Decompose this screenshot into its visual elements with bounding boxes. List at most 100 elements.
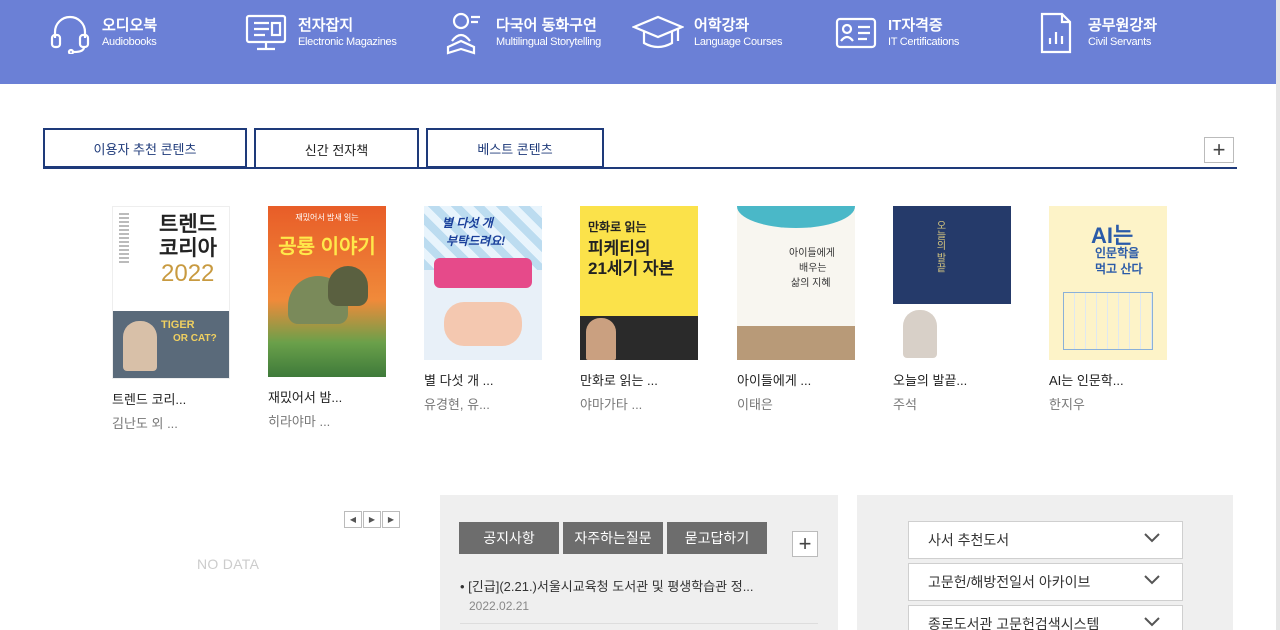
nav-audiobooks[interactable]: 오디오북 Audiobooks — [48, 8, 157, 58]
document-chart-icon — [1034, 11, 1078, 55]
cover-text: 재밌어서 밤새 읽는 — [295, 213, 359, 222]
link-archive[interactable]: 고문헌/해방전일서 아카이브 — [908, 563, 1183, 601]
notice-panel: 공지사항 자주하는질문 묻고답하기 + • [긴급](2.21.)서울시교육청 … — [440, 495, 838, 630]
book-title[interactable]: 아이들에게 ... — [737, 370, 857, 389]
cover-text: OR CAT? — [173, 333, 217, 344]
monitor-icon — [244, 11, 288, 55]
link-old-books-search[interactable]: 종로도서관 고문헌검색시스템 — [908, 605, 1183, 630]
notice-item-title[interactable]: • [긴급](2.21.)서울시교육청 도서관 및 평생학습관 정... — [460, 576, 754, 595]
book-cover: AI는 인문학을 먹고 산다 — [1049, 206, 1167, 360]
book-author: 히라야마 ... — [268, 414, 331, 429]
cover-text: 만화로 읽는 — [588, 220, 647, 234]
cover-text: 삶의 지혜 — [791, 278, 831, 289]
scrollbar[interactable] — [1276, 0, 1280, 630]
book-item[interactable]: 재밌어서 밤새 읽는 공룡 이야기 재밌어서 밤... 히라야마 ... — [268, 206, 388, 430]
book-author: 유경현, 유... — [424, 397, 490, 412]
book-cover: 오늘의 발끝 — [893, 206, 1011, 360]
nav-sublabel: IT Certifications — [888, 36, 960, 48]
pager-next-button[interactable]: ▶ — [382, 511, 400, 528]
notice-divider — [460, 623, 818, 624]
book-cover: 만화로 읽는 피케티의 21세기 자본 — [580, 206, 698, 360]
pager-play-button[interactable]: ▶ — [363, 511, 381, 528]
cover-text: 공룡 이야기 — [278, 236, 376, 258]
nav-civil-servants[interactable]: 공무원강좌 Civil Servants — [1034, 8, 1157, 58]
link-label: 사서 추천도서 — [928, 532, 1010, 548]
nav-label: 전자잡지 — [298, 17, 354, 34]
chevron-down-icon — [1144, 533, 1160, 543]
nav-language-courses[interactable]: 어학강좌 Language Courses — [632, 8, 782, 58]
book-cover: 재밌어서 밤새 읽는 공룡 이야기 — [268, 206, 386, 377]
id-card-icon — [834, 11, 878, 55]
nav-label: 다국어 동화구연 — [496, 17, 597, 34]
nav-label: 오디오북 — [102, 17, 158, 34]
cover-text: 부탁드려요! — [446, 234, 506, 248]
book-cover: 별 다섯 개 부탁드려요! — [424, 206, 542, 360]
nav-it-certifications[interactable]: IT자격증 IT Certifications — [834, 8, 959, 58]
book-title[interactable]: 트렌드 코리... — [112, 389, 232, 408]
book-title[interactable]: 만화로 읽는 ... — [580, 370, 700, 389]
nav-label: IT자격증 — [888, 17, 943, 34]
nav-sublabel: Civil Servants — [1088, 36, 1152, 48]
chevron-down-icon — [1144, 575, 1160, 585]
book-item[interactable]: 만화로 읽는 피케티의 21세기 자본 만화로 읽는 ... 야마가타 ... — [580, 206, 700, 413]
headphones-icon — [48, 11, 92, 55]
tab-faq[interactable]: 자주하는질문 — [563, 522, 663, 554]
notice-item-date: 2022.02.21 — [469, 599, 530, 613]
book-author: 주석 — [893, 397, 917, 412]
tab-new-ebooks[interactable]: 신간 전자책 — [254, 128, 419, 169]
cover-text: 오늘의 발끝 — [934, 220, 945, 273]
nav-sublabel: Electronic Magazines — [298, 36, 397, 48]
book-author: 이태은 — [737, 397, 773, 412]
chevron-down-icon — [1144, 617, 1160, 627]
tab-user-recommended[interactable]: 이용자 추천 콘텐츠 — [43, 128, 247, 168]
cover-text: 2022 — [161, 260, 215, 287]
reading-child-icon — [442, 11, 486, 55]
book-item[interactable]: 오늘의 발끝 오늘의 발끝... 주석 — [893, 206, 1013, 413]
cover-text: 인문학을 — [1095, 246, 1140, 260]
more-books-button[interactable]: + — [1204, 137, 1234, 163]
book-title[interactable]: 재밌어서 밤... — [268, 387, 388, 406]
tab-underline — [43, 167, 1237, 169]
link-label: 고문헌/해방전일서 아카이브 — [928, 574, 1091, 590]
banner-pager: ◀ ▶ ▶ — [344, 511, 400, 528]
link-label: 종로도서관 고문헌검색시스템 — [928, 616, 1100, 630]
nav-label: 어학강좌 — [694, 17, 750, 34]
cover-text: 배우는 — [799, 263, 827, 274]
notice-title-text[interactable]: [긴급](2.21.)서울시교육청 도서관 및 평생학습관 정... — [468, 579, 753, 594]
tab-best-content[interactable]: 베스트 콘텐츠 — [426, 128, 604, 168]
book-item[interactable]: AI는 인문학을 먹고 산다 AI는 인문학... 한지우 — [1049, 206, 1169, 413]
tab-notice[interactable]: 공지사항 — [459, 522, 559, 554]
nav-magazines[interactable]: 전자잡지 Electronic Magazines — [244, 8, 397, 58]
nav-sublabel: Audiobooks — [102, 36, 157, 48]
book-item[interactable]: 별 다섯 개 부탁드려요! 별 다섯 개 ... 유경현, 유... — [424, 206, 544, 413]
cover-text: 먹고 산다 — [1095, 262, 1143, 276]
book-item[interactable]: 트렌드 코리아 2022 TIGER OR CAT? 트렌드 코리... 김난도… — [112, 206, 232, 432]
quick-links-panel: 사서 추천도서 고문헌/해방전일서 아카이브 종로도서관 고문헌검색시스템 — [857, 495, 1233, 630]
book-item[interactable]: 아이들에게 배우는 삶의 지혜 아이들에게 ... 이태은 — [737, 206, 857, 413]
cover-text: 별 다섯 개 — [442, 216, 493, 230]
cover-text: 트렌드 — [159, 213, 217, 236]
cover-text: TIGER — [161, 319, 195, 331]
graduation-cap-icon — [632, 11, 684, 55]
link-librarian-recommend[interactable]: 사서 추천도서 — [908, 521, 1183, 559]
nav-storytelling[interactable]: 다국어 동화구연 Multilingual Storytelling — [442, 8, 601, 58]
book-cover: 아이들에게 배우는 삶의 지혜 — [737, 206, 855, 360]
book-author: 김난도 외 ... — [112, 416, 178, 431]
cover-text: 아이들에게 — [789, 248, 835, 259]
book-title[interactable]: 별 다섯 개 ... — [424, 370, 544, 389]
book-title[interactable]: 오늘의 발끝... — [893, 370, 1013, 389]
tab-qna[interactable]: 묻고답하기 — [667, 522, 767, 554]
book-author: 한지우 — [1049, 397, 1085, 412]
nav-sublabel: Multilingual Storytelling — [496, 36, 601, 48]
more-notice-button[interactable]: + — [792, 531, 818, 557]
cover-text: 코리아 — [159, 237, 217, 260]
no-data-text: NO DATA — [197, 556, 260, 572]
top-nav: 오디오북 Audiobooks 전자잡지 Electronic Magazines … — [0, 0, 1280, 84]
book-author: 야마가타 ... — [580, 397, 643, 412]
nav-label: 공무원강좌 — [1088, 17, 1158, 34]
book-title[interactable]: AI는 인문학... — [1049, 370, 1169, 389]
book-cover: 트렌드 코리아 2022 TIGER OR CAT? — [112, 206, 230, 379]
cover-text: 21세기 자본 — [588, 259, 675, 278]
pager-prev-button[interactable]: ◀ — [344, 511, 362, 528]
nav-sublabel: Language Courses — [694, 36, 783, 48]
